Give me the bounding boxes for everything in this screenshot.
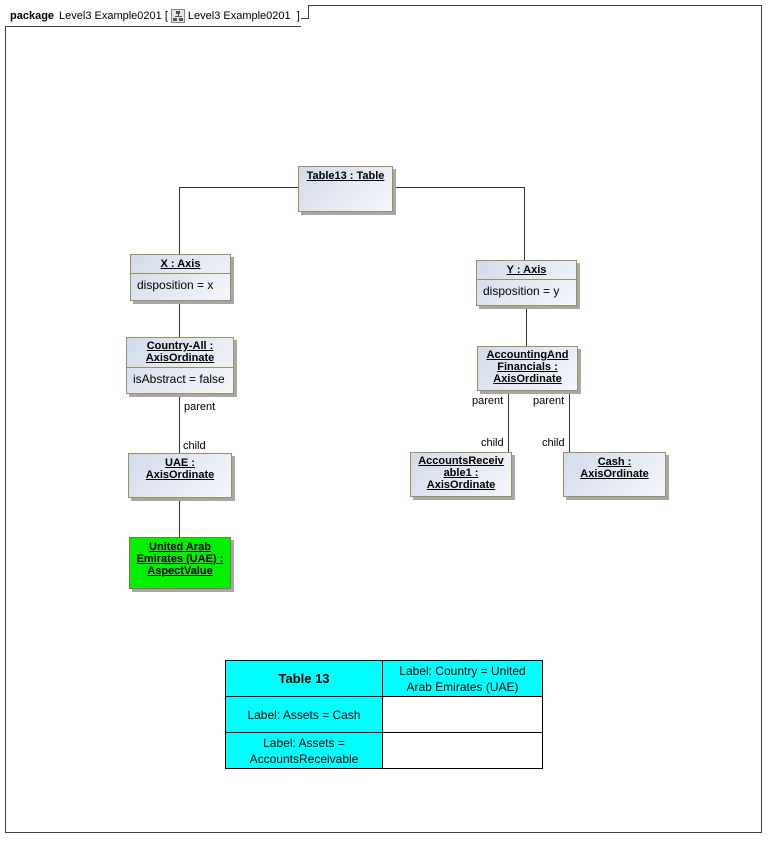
accounts-receivable-title-line2: able1 :: [443, 467, 479, 479]
cash-title-line2: AxisOrdinate: [580, 468, 649, 480]
uae-aspect-title-line1: United Arab: [149, 541, 211, 553]
table-header-row: Table 13 Label: Country = United Arab Em…: [225, 660, 543, 697]
accounting-node[interactable]: AccountingAnd Financials : AxisOrdinate: [477, 346, 578, 391]
role-parent-ar: parent: [472, 395, 504, 407]
accounts-receivable-title-line3: AxisOrdinate: [426, 479, 496, 491]
uae-title-line2: AxisOrdinate: [145, 469, 215, 481]
uae-aspect-title-line3: AspectValue: [147, 565, 213, 577]
uae-aspect-value-node[interactable]: United Arab Emirates (UAE) : AspectValue: [129, 537, 231, 589]
country-all-title-line2: AxisOrdinate: [145, 352, 215, 364]
role-parent-cash: parent: [533, 395, 565, 407]
row-header-cell: Label: Assets = AccountsReceivable: [225, 732, 383, 769]
accounting-title-line1: AccountingAnd: [486, 349, 569, 361]
y-axis-node[interactable]: Y : Axis disposition = y: [476, 260, 577, 306]
table-row: Label: Assets = AccountsReceivable: [225, 732, 543, 769]
link-table-yaxis: [392, 187, 525, 260]
value-cell: [382, 696, 543, 733]
uae-title: UAE : AxisOrdinate: [129, 454, 231, 484]
link-table-xaxis: [179, 187, 299, 254]
accounts-receivable-node[interactable]: AccountsReceiv able1 : AxisOrdinate: [410, 452, 512, 497]
table-row: Label: Assets = Cash: [225, 696, 543, 733]
uae-aspect-title-line2: Emirates (UAE) :: [136, 553, 224, 565]
cash-node[interactable]: Cash : AxisOrdinate: [563, 452, 666, 497]
cash-title: Cash : AxisOrdinate: [564, 453, 665, 483]
column-header-line2: Arab Emirates (UAE): [406, 679, 519, 694]
country-all-title-line1: Country-All :: [146, 340, 214, 352]
accounting-title-line3: AxisOrdinate: [493, 373, 562, 385]
x-axis-node[interactable]: X : Axis disposition = x: [130, 254, 231, 301]
country-all-node[interactable]: Country-All : AxisOrdinate isAbstract = …: [126, 337, 234, 394]
y-axis-title: Y : Axis: [506, 264, 547, 276]
x-axis-disposition: disposition = x: [131, 273, 230, 296]
table-title-cell: Table 13: [225, 660, 383, 697]
accounting-title-line2: Financials :: [497, 361, 558, 373]
row-header-line2: AccountsReceivable: [249, 751, 359, 766]
cash-title-line1: Cash :: [597, 456, 632, 468]
row-header-cell: Label: Assets = Cash: [225, 696, 383, 733]
uae-aspect-title: United Arab Emirates (UAE) : AspectValue: [130, 538, 230, 580]
role-parent-country: parent: [184, 401, 216, 413]
role-child-uae: child: [183, 440, 206, 452]
accounting-title: AccountingAnd Financials : AxisOrdinate: [478, 347, 577, 388]
country-all-title: Country-All : AxisOrdinate: [127, 338, 233, 367]
column-header-cell: Label: Country = United Arab Emirates (U…: [382, 660, 543, 697]
role-child-cash: child: [542, 437, 565, 449]
table13-title: Table13 : Table: [306, 170, 385, 182]
role-child-ar: child: [481, 437, 504, 449]
country-all-isabstract: isAbstract = false: [127, 367, 233, 390]
uae-title-line1: UAE :: [165, 457, 195, 469]
accounts-receivable-title: AccountsReceiv able1 : AxisOrdinate: [411, 453, 511, 494]
accounts-receivable-title-line1: AccountsReceiv: [418, 455, 504, 467]
table-13-grid: Table 13 Label: Country = United Arab Em…: [225, 660, 543, 769]
value-cell: [382, 732, 543, 769]
column-header-line1: Label: Country = United: [399, 663, 526, 678]
uae-node[interactable]: UAE : AxisOrdinate: [128, 453, 232, 498]
x-axis-title: X : Axis: [160, 258, 201, 270]
table13-node[interactable]: Table13 : Table: [298, 166, 393, 212]
row-header-line1: Label: Assets =: [263, 735, 345, 750]
y-axis-disposition: disposition = y: [477, 279, 576, 302]
